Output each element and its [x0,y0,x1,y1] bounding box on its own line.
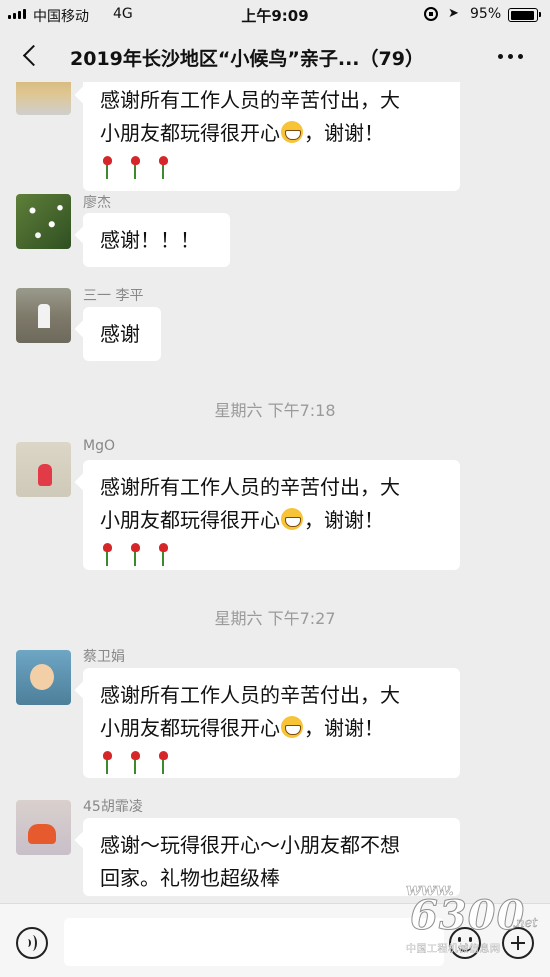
grin-emoji-icon [281,121,303,143]
status-bar: 中国移动 4G 上午9:09 ➤ 95% [0,0,550,30]
battery-percent: 95% [470,6,502,22]
timestamp: 星期六 下午7:27 [214,609,336,628]
grin-emoji-icon [281,508,303,530]
sender-name: 蔡卫娟 [83,649,125,665]
message-bubble[interactable]: 感谢 [83,307,161,361]
plus-icon[interactable] [502,927,534,959]
message-text: 感谢所有工作人员的辛苦付出，大 [100,683,400,707]
message-text: 回家。礼物也超级棒 [100,866,280,890]
avatar-flowers[interactable] [16,194,71,249]
message-list[interactable]: 感谢所有工作人员的辛苦付出，大 小朋友都玩得很开心 ，谢谢！ 廖杰 感谢！！！ 三… [0,82,550,903]
timestamp: 星期六 下午7:18 [214,401,336,420]
sender-name: 45胡霏凌 [83,799,143,815]
message-text: 感谢 [100,322,140,346]
back-icon[interactable] [20,44,42,68]
battery-icon [508,8,541,22]
message-bubble[interactable]: 感谢所有工作人员的辛苦付出，大 小朋友都玩得很开心 ，谢谢！ [83,82,460,191]
rose-emoji-icon [100,745,445,778]
message-text: 小朋友都玩得很开心 [100,121,280,145]
input-bar [0,903,550,977]
avatar-man[interactable] [16,288,71,343]
message-text: ，谢谢！ [304,508,384,532]
message-bubble[interactable]: 感谢！！！ [83,213,230,267]
message-bubble[interactable]: 感谢所有工作人员的辛苦付出，大 小朋友都玩得很开心 ，谢谢！ [83,668,460,778]
location-icon: ➤ [448,6,459,21]
rose-emoji-icon [100,150,445,183]
rose-emoji-icon [100,537,445,570]
more-icon[interactable] [498,54,523,59]
avatar-boy[interactable] [16,650,71,705]
message-text: 感谢！！！ [100,228,200,252]
message-bubble[interactable]: 感谢～玩得很开心～小朋友都不想 回家。礼物也超级棒 [83,818,460,896]
sender-name: MgO [83,438,115,454]
emoji-icon[interactable] [449,927,481,959]
status-time: 上午9:09 [241,7,309,25]
message-input[interactable] [64,918,444,966]
chat-header: 2019年长沙地区“小候鸟”亲子...（79） [0,30,550,82]
message-text: 感谢所有工作人员的辛苦付出，大 [100,475,400,499]
message-text: 小朋友都玩得很开心 [100,508,280,532]
message-text: ，谢谢！ [304,716,384,740]
chat-title[interactable]: 2019年长沙地区“小候鸟”亲子...（79） [70,44,470,71]
message-bubble[interactable]: 感谢所有工作人员的辛苦付出，大 小朋友都玩得很开心 ，谢谢！ [83,460,460,570]
alarm-lock-icon [424,7,438,21]
message-text: 小朋友都玩得很开心 [100,716,280,740]
grin-emoji-icon [281,716,303,738]
voice-icon[interactable] [16,927,48,959]
sender-name: 廖杰 [83,195,111,211]
sender-name: 三一 李平 [83,288,144,304]
message-text: 感谢所有工作人员的辛苦付出，大 [100,88,400,112]
message-text: ，谢谢！ [304,121,384,145]
avatar-photo[interactable] [16,82,71,115]
avatar-girl[interactable] [16,800,71,855]
message-text: 感谢～玩得很开心～小朋友都不想 [100,833,400,857]
avatar-child[interactable] [16,442,71,497]
